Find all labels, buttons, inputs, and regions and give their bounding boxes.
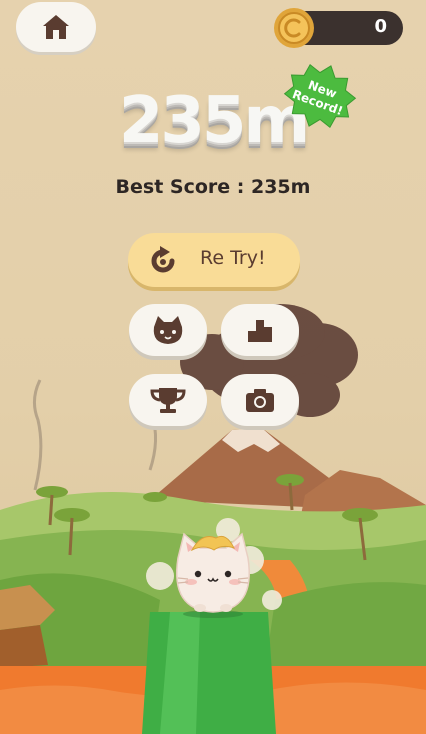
retry-button[interactable]: Re Try! bbox=[128, 233, 300, 287]
retry-label: Re Try! bbox=[200, 247, 266, 269]
retry-icon bbox=[151, 246, 175, 273]
game-over-screen: 0 235m New Record! Best Score : 235m Re … bbox=[0, 0, 426, 734]
achievements-button[interactable] bbox=[129, 374, 207, 426]
trophy-icon bbox=[150, 388, 186, 413]
character-icon bbox=[153, 316, 183, 344]
camera-icon bbox=[246, 389, 274, 412]
coin-icon bbox=[274, 8, 314, 48]
distance-score: 235m bbox=[118, 84, 310, 158]
coin-count: 0 bbox=[374, 16, 387, 37]
home-button[interactable] bbox=[16, 2, 96, 52]
screenshot-button[interactable] bbox=[221, 374, 299, 426]
leaderboard-icon bbox=[248, 320, 272, 342]
leaderboard-button[interactable] bbox=[221, 304, 299, 356]
home-icon bbox=[43, 15, 69, 39]
smoke-wisp bbox=[33, 379, 43, 491]
best-score-label: Best Score : 235m bbox=[115, 176, 311, 198]
cat-character bbox=[176, 532, 250, 618]
new-record-badge: New Record! bbox=[283, 63, 357, 129]
foreground-rock-shadow bbox=[0, 625, 48, 668]
character-select-button[interactable] bbox=[129, 304, 207, 356]
